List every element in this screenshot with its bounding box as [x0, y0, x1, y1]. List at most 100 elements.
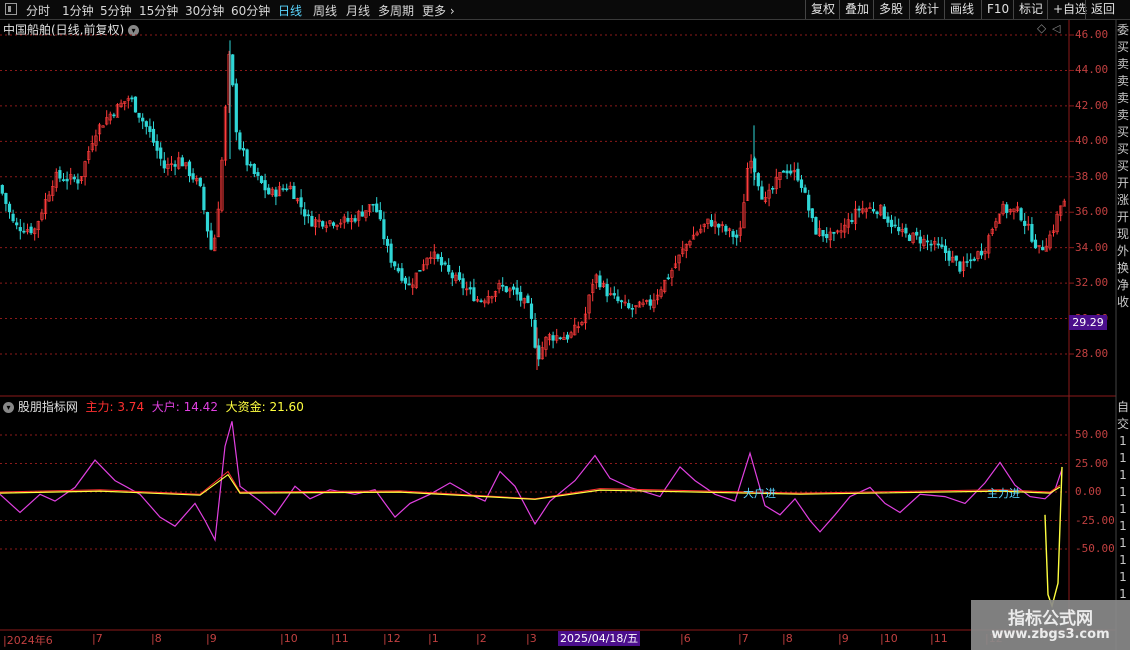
price-axis-label: 32.00 — [1075, 276, 1109, 290]
date-axis-label: |9 — [838, 632, 849, 645]
candle-body — [389, 243, 393, 263]
candle-body — [1023, 220, 1027, 226]
cursor-date: 2025/04/18/五 — [558, 631, 641, 646]
candle-body — [137, 112, 141, 118]
candle-body — [18, 227, 22, 232]
candle-body — [821, 230, 825, 237]
candle-body — [61, 179, 66, 181]
candle-body — [857, 208, 861, 211]
candle-body — [191, 173, 195, 180]
candle-body — [537, 345, 541, 360]
candle-body — [29, 226, 33, 234]
candle-body — [159, 147, 163, 159]
quote-panel-lower[interactable]: 自交1111111111 — [1116, 399, 1130, 629]
date-axis-label: |7 — [92, 632, 103, 645]
chart-canvas[interactable] — [0, 0, 1130, 650]
candle-body — [965, 261, 969, 263]
candle-body — [306, 214, 310, 217]
candle-body — [281, 188, 285, 190]
dazijin-value: 21.60 — [269, 400, 304, 414]
candle-body — [918, 236, 922, 244]
candle-body — [173, 164, 177, 167]
candle-body — [979, 250, 984, 256]
date-axis-label: |3 — [526, 632, 537, 645]
candle-body — [15, 222, 19, 226]
candle-body — [958, 261, 962, 272]
candle-body — [947, 250, 951, 261]
date-axis-label: |11 — [930, 632, 948, 645]
candle-body — [871, 209, 876, 212]
candle-body — [781, 170, 786, 173]
price-axis-label: 38.00 — [1075, 169, 1109, 183]
candle-body — [627, 303, 631, 309]
candle-body — [436, 254, 440, 260]
candle-body — [807, 194, 811, 211]
candle-body — [889, 219, 894, 228]
indicator-axis-label: -50.00 — [1075, 542, 1115, 555]
candle-body — [457, 272, 462, 280]
date-axis-label: |6 — [680, 632, 691, 645]
candle-body — [252, 163, 256, 174]
indicator-header: ▾ 股朋指标网 主力: 3.74 大户: 14.42 大资金: 21.60 — [3, 398, 304, 415]
date-axis-label: |1 — [428, 632, 439, 645]
candle-body — [187, 161, 192, 177]
indicator-menu-icon[interactable]: ▾ — [3, 402, 14, 413]
candle-body — [241, 148, 246, 151]
candle-body — [133, 96, 138, 113]
candle-body — [303, 209, 307, 217]
candle-body — [810, 208, 814, 219]
candle-body — [619, 300, 624, 303]
price-axis-label: 34.00 — [1075, 240, 1109, 254]
candle-body — [396, 267, 400, 272]
candle-body — [735, 234, 739, 238]
candle-body — [155, 140, 159, 151]
candle-body — [403, 277, 408, 284]
price-axis-label: 44.00 — [1075, 63, 1109, 77]
candle-body — [263, 180, 267, 191]
candle-body — [717, 223, 721, 228]
date-axis-label: |2024年6 — [3, 634, 53, 647]
candle-body — [760, 186, 764, 200]
candle-body — [439, 257, 444, 266]
candle-body — [162, 160, 166, 169]
candle-body — [666, 277, 670, 280]
candle-body — [234, 83, 238, 133]
candle-body — [385, 238, 390, 246]
candle-body — [731, 231, 735, 237]
candle-body — [11, 213, 15, 222]
signal-zhuli-jin: 主力进 — [987, 487, 1020, 500]
candle-body — [299, 197, 303, 208]
candle-body — [58, 170, 62, 179]
price-axis-label: 40.00 — [1075, 134, 1109, 148]
zhuli-label: 主力: — [85, 400, 114, 414]
candle-body — [371, 203, 375, 206]
candle-body — [443, 262, 447, 265]
candle-body — [1005, 204, 1009, 213]
candle-body — [267, 187, 271, 195]
dahu-value: 14.42 — [183, 400, 218, 414]
candle-body — [882, 206, 886, 219]
candle-body — [238, 132, 242, 150]
candle-body — [353, 218, 357, 222]
candle-body — [310, 215, 314, 227]
date-axis-label: |12 — [383, 632, 401, 645]
quote-panel-upper[interactable]: 委买卖卖卖卖买买买开涨开现外换净收 — [1116, 22, 1130, 392]
candle-body — [249, 164, 253, 166]
price-axis-label: 42.00 — [1075, 98, 1109, 112]
candle-body — [501, 284, 505, 287]
candle-body — [256, 172, 260, 176]
zhuli-line — [0, 470, 1061, 500]
candle-body — [511, 286, 516, 290]
candle-body — [925, 240, 930, 243]
candle-body — [724, 225, 728, 232]
current-price-tag: 29.29 — [1069, 315, 1107, 330]
candle-body — [504, 286, 508, 293]
date-axis-label: |7 — [738, 632, 749, 645]
date-axis-label: |10 — [880, 632, 898, 645]
candle-body — [1041, 246, 1045, 251]
candle-body — [180, 157, 184, 167]
dahu-line — [0, 421, 1063, 542]
candle-body — [519, 291, 523, 301]
candle-body — [144, 121, 148, 127]
indicator-axis-label: 25.00 — [1075, 456, 1109, 470]
